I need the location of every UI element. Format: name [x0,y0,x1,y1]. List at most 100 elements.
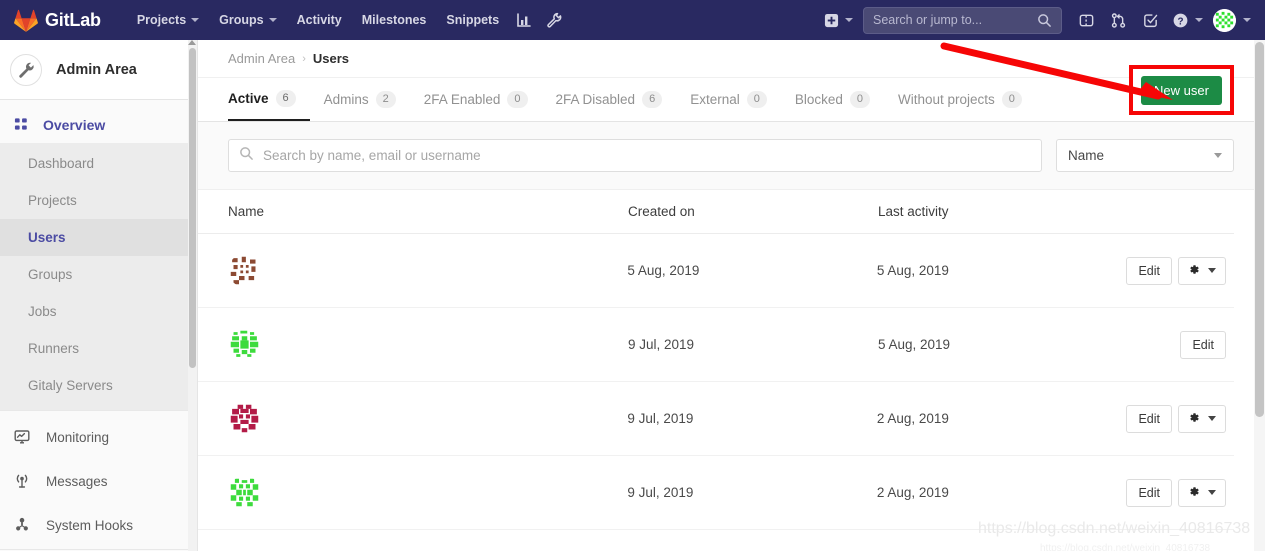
create-new-button[interactable] [816,0,857,40]
chevron-down-icon [1207,268,1216,273]
user-created-on-cell: 9 Jul, 2019 [627,485,694,500]
navbar-right: ? [816,0,1265,40]
sidebar-header[interactable]: Admin Area [0,40,197,100]
tab-without-projects[interactable]: Without projects 0 [884,78,1036,121]
sidebar-item-system-hooks-label: System Hooks [46,517,134,533]
chevron-down-icon [268,18,277,22]
sidebar-item-dashboard[interactable]: Dashboard [0,145,197,182]
page-scrollbar-thumb[interactable] [1255,42,1264,417]
nav-link-activity[interactable]: Activity [287,0,352,40]
user-last-activity-cell: 5 Aug, 2019 [878,337,951,352]
user-search-input[interactable] [263,140,1017,171]
wrench-icon[interactable] [539,0,569,40]
tab-without-projects-count: 0 [1001,91,1022,108]
nav-link-milestones[interactable]: Milestones [352,0,437,40]
help-menu-button[interactable]: ? [1166,0,1205,40]
tab-2fa-disabled-count: 6 [642,91,663,108]
user-last-activity-cell: 2 Aug, 2019 [876,411,949,426]
user-settings-dropdown-button[interactable] [1177,256,1226,285]
users-table-header: Name Created on Last activity [198,190,1234,234]
edit-user-button[interactable]: Edit [1126,256,1172,285]
chevron-down-icon [1243,18,1251,22]
new-user-button[interactable]: New user [1141,75,1222,105]
todos-icon[interactable] [1134,0,1166,40]
global-search-box[interactable] [863,6,1062,34]
sidebar-overview-section: Overview Dashboard Projects Users Groups… [0,100,197,410]
user-last-activity-cell: 2 Aug, 2019 [876,485,949,500]
sidebar-scrollbar[interactable] [188,40,197,551]
user-name-cell [228,328,628,361]
sidebar-item-monitoring[interactable]: Monitoring [0,415,197,459]
tab-2fa-disabled[interactable]: 2FA Disabled 6 [542,78,677,121]
plus-square-icon [824,13,839,27]
user-name-cell [228,402,627,435]
tab-admins[interactable]: Admins 2 [310,78,410,121]
tab-external[interactable]: External 0 [676,78,781,121]
nav-link-projects-label: Projects [136,13,187,27]
search-icon [239,146,254,166]
tab-active[interactable]: Active 6 [228,78,310,121]
question-circle-icon: ? [1173,13,1188,27]
sidebar-scrollbar-thumb[interactable] [189,48,196,368]
chevron-down-icon [1207,490,1216,495]
tab-blocked-label: Blocked [794,92,843,107]
chevron-down-icon [1195,18,1203,22]
new-user-highlight-box: New user [1129,65,1234,115]
chevron-down-icon [1214,153,1222,158]
merge-request-icon[interactable] [1102,0,1134,40]
issues-icon[interactable] [1070,0,1102,40]
hook-icon [14,517,34,533]
chart-bar-icon[interactable] [509,0,539,40]
user-search-box[interactable] [228,139,1042,172]
user-settings-dropdown-button[interactable] [1177,404,1226,433]
user-last-activity-cell: 5 Aug, 2019 [876,263,949,278]
sidebar-item-groups[interactable]: Groups [0,256,197,293]
scroll-up-arrow-icon[interactable] [188,40,196,45]
user-menu-button[interactable] [1205,0,1255,40]
tab-admins-label: Admins [323,92,369,107]
nav-link-projects[interactable]: Projects [127,0,209,40]
edit-user-button[interactable]: Edit [1180,330,1226,359]
user-actions-cell: Edit [1126,404,1234,433]
sidebar-item-overview[interactable]: Overview [0,106,197,143]
user-actions-cell: Edit [1126,256,1234,285]
tab-external-count: 0 [746,91,767,108]
sidebar-item-projects[interactable]: Projects [0,182,197,219]
chevron-down-icon [191,18,200,22]
sidebar-item-monitoring-label: Monitoring [46,429,110,445]
global-search-input[interactable] [864,7,1024,33]
grid-dots-icon [14,117,32,132]
column-header-last-activity: Last activity [878,204,949,219]
chevron-down-icon [1207,416,1216,421]
edit-user-button[interactable]: Edit [1126,404,1172,433]
tab-2fa-enabled[interactable]: 2FA Enabled 0 [410,78,542,121]
user-avatar-identicon-icon [1213,8,1236,32]
sidebar-item-messages[interactable]: Messages [0,459,197,503]
user-filter-tabs: Active 6 Admins 2 2FA Enabled 0 2FA Disa… [198,65,1256,122]
sidebar-item-runners[interactable]: Runners [0,330,197,367]
sort-dropdown[interactable]: Name [1056,139,1234,172]
chevron-down-icon [845,18,853,22]
tab-active-count: 6 [275,90,296,107]
user-created-on-cell: 5 Aug, 2019 [627,263,700,278]
gear-icon [1188,411,1201,427]
gitlab-admin-users-page: GitLab Projects Groups Activity Mileston… [0,0,1265,551]
nav-link-groups-label: Groups [219,13,264,27]
tab-blocked-count: 0 [849,91,870,108]
nav-link-snippets[interactable]: Snippets [436,0,509,40]
page-scrollbar[interactable] [1254,40,1265,551]
sidebar-item-messages-label: Messages [46,473,108,489]
user-settings-dropdown-button[interactable] [1177,478,1226,507]
sidebar-item-jobs[interactable]: Jobs [0,293,197,330]
sidebar-subnav: Dashboard Projects Users Groups Jobs Run… [0,143,197,410]
breadcrumb-admin-area[interactable]: Admin Area [228,51,295,66]
sidebar-item-system-hooks[interactable]: System Hooks [0,503,197,547]
nav-link-groups[interactable]: Groups [209,0,286,40]
sidebar-item-gitaly-servers[interactable]: Gitaly Servers [0,367,197,404]
tab-blocked[interactable]: Blocked 0 [781,78,884,121]
gitlab-home-link[interactable]: GitLab [14,9,101,32]
table-row: 5 Aug, 2019 5 Aug, 2019 Edit [198,234,1234,308]
user-name-cell [228,476,627,509]
sidebar-item-users[interactable]: Users [0,219,197,256]
edit-user-button[interactable]: Edit [1126,478,1172,507]
